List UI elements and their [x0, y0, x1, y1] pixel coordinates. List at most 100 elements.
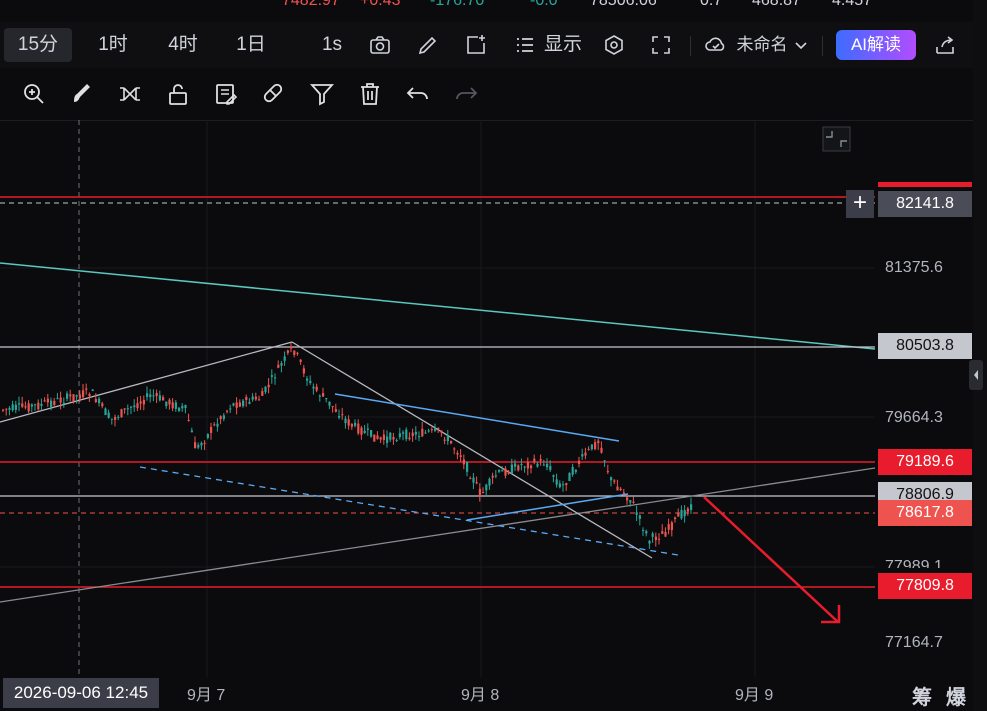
candle-body	[555, 479, 558, 485]
candle-body	[101, 403, 104, 407]
candle-body	[293, 350, 296, 355]
candle-body	[411, 432, 414, 437]
redo-icon[interactable]	[452, 80, 480, 108]
candle-body	[8, 408, 11, 410]
candle-body	[613, 480, 616, 482]
candle-body	[24, 406, 27, 408]
interval-15m[interactable]: 15分	[4, 28, 72, 62]
candle-body	[254, 396, 257, 400]
candle-body	[171, 402, 174, 409]
candle-body	[174, 402, 177, 409]
trash-icon[interactable]	[356, 80, 384, 108]
layout-name[interactable]: 未命名	[732, 28, 792, 62]
maximize-chart-icon[interactable]	[822, 126, 851, 152]
interval-1d[interactable]: 1日	[226, 28, 276, 62]
settings-hex-icon[interactable]	[598, 28, 630, 62]
candle-body	[520, 464, 523, 466]
candle-body	[562, 484, 565, 486]
candle-body	[350, 423, 353, 427]
interval-1h[interactable]: 1时	[86, 28, 140, 62]
display-button[interactable]: 显示	[540, 28, 586, 62]
display-list-icon[interactable]	[512, 28, 538, 62]
candle-body	[523, 466, 526, 468]
candle-body	[158, 395, 161, 401]
date-tick: 9月 8	[461, 687, 500, 704]
candle-body	[226, 410, 229, 412]
candle-body	[238, 402, 241, 407]
add-indicator-icon[interactable]	[460, 28, 492, 62]
candle-body	[72, 394, 75, 402]
candle-body	[261, 391, 264, 396]
seconds-interval[interactable]: 1s	[312, 28, 352, 62]
candle-body	[146, 393, 149, 397]
candle-body	[82, 390, 85, 398]
fullscreen-icon[interactable]	[645, 28, 677, 62]
candle-body	[539, 459, 542, 461]
candle-body	[434, 428, 437, 431]
candle-body	[635, 512, 638, 515]
candle-body	[370, 430, 373, 437]
candle-body	[546, 463, 549, 468]
candle-body	[680, 510, 683, 519]
candle-body	[491, 475, 494, 478]
chevron-down-icon[interactable]	[792, 28, 810, 62]
candle-body	[149, 394, 152, 398]
pattern-icon[interactable]	[116, 80, 144, 108]
candle-body	[290, 346, 293, 349]
candle-body	[194, 442, 197, 449]
pencil-icon[interactable]	[412, 28, 444, 62]
candle-body	[222, 415, 225, 419]
candle-body	[88, 394, 91, 397]
chips-button[interactable]: 筹	[912, 681, 932, 710]
candle-body	[565, 483, 568, 486]
panel-collapse-handle[interactable]	[969, 360, 983, 390]
candle-body	[142, 399, 145, 405]
candle-body	[53, 400, 56, 405]
magnet-icon[interactable]	[260, 80, 288, 108]
candle-body	[312, 386, 315, 389]
ai-analysis-button[interactable]: AI解读	[836, 30, 916, 60]
candle-body	[155, 392, 158, 397]
burst-button[interactable]: 爆	[946, 681, 966, 710]
candle-body	[626, 497, 629, 501]
magnify-icon[interactable]	[20, 80, 48, 108]
candle-body	[18, 403, 21, 405]
candle-body	[459, 455, 462, 458]
toolbar-divider	[822, 36, 823, 56]
candle-body	[587, 448, 590, 450]
unlock-icon[interactable]	[164, 80, 192, 108]
candle-body	[517, 465, 520, 471]
cloud-sync-icon[interactable]	[702, 28, 730, 62]
candle-body	[363, 430, 366, 434]
candle-body	[181, 405, 184, 409]
candle-body	[622, 492, 625, 495]
edit-list-icon[interactable]	[212, 80, 240, 108]
candle-body	[94, 399, 97, 403]
share-icon[interactable]	[930, 28, 960, 62]
price-tick: 79664.3	[885, 409, 943, 426]
camera-icon[interactable]	[364, 28, 396, 62]
candle-body	[395, 440, 398, 442]
toolbar-divider	[690, 36, 691, 56]
filter-icon[interactable]	[308, 80, 336, 108]
date-tick: 9月 9	[735, 687, 774, 704]
candle-body	[578, 460, 581, 464]
candle-body	[501, 470, 504, 472]
candle-body	[229, 408, 232, 410]
interval-4h[interactable]: 4时	[156, 28, 210, 62]
candle-body	[600, 447, 603, 453]
brush-icon[interactable]	[68, 80, 96, 108]
price-label-support: 77809.8	[878, 573, 972, 599]
candle-body	[98, 398, 101, 404]
candle-body	[123, 408, 126, 410]
candle-body	[325, 398, 328, 400]
candle-body	[200, 442, 203, 446]
add-alert-plus-icon[interactable]: +	[846, 190, 874, 218]
candle-body	[11, 404, 14, 411]
candle-body	[280, 363, 283, 366]
candle-body	[270, 375, 273, 377]
candlestick-chart[interactable]	[0, 120, 875, 677]
undo-icon[interactable]	[404, 80, 432, 108]
candle-body	[152, 395, 155, 397]
candle-body	[606, 471, 609, 473]
